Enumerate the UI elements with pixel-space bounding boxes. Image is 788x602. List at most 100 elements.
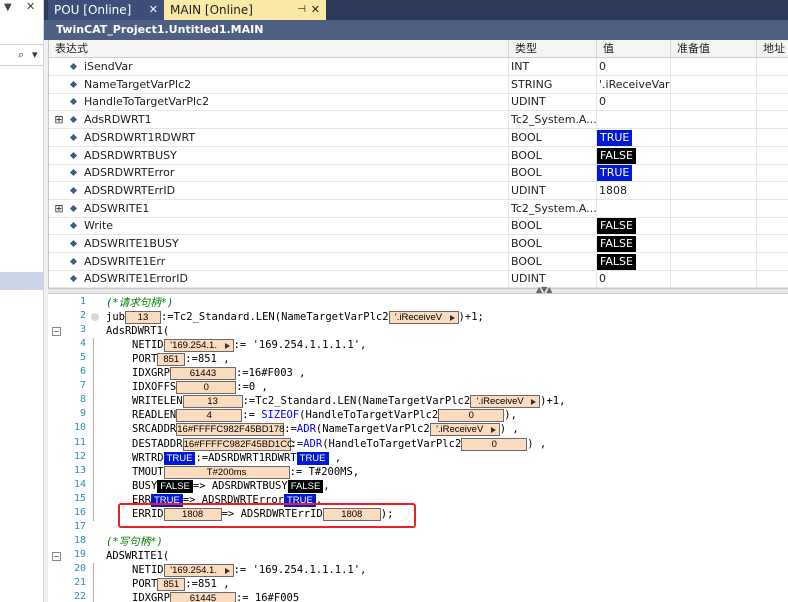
cell-expression: AdsRDWRT1 [69,111,509,129]
expand-icon[interactable] [49,270,69,287]
table-row[interactable]: ADSRDWRTBUSY BOOL FALSE [49,146,788,165]
table-row[interactable]: ADSRDWRTErrID UDINT 1808 [49,181,788,200]
code-line[interactable]: WRITELEN 13:=Tc2_Standard.LEN(NameTargetV… [132,394,565,409]
online-value-overlay: '.iReceiveV [429,423,500,437]
code-line[interactable]: PORT 851:=851 , [132,352,230,367]
variable-icon [69,257,78,265]
expand-icon[interactable]: ⊞ [49,200,69,217]
tab-pou-online[interactable]: POU [Online] ✕ [48,0,164,20]
search-box[interactable]: ⌕ ▾ [0,44,43,66]
cell-prepared-value[interactable] [671,199,757,217]
table-row[interactable]: ADSWRITE1BUSY BOOL FALSE [49,235,788,253]
cell-prepared-value[interactable] [671,164,757,182]
table-row[interactable]: NameTargetVarPlc2 STRING '.iReceiveVar' [49,75,788,94]
table-row[interactable]: ADSWRITE1ErrorID UDINT 0 [49,270,788,289]
code-text: (NameTargetVarPlc2 [315,423,430,436]
table-row[interactable]: ADSWRITE1Err BOOL FALSE [49,252,788,271]
variable-icon [69,98,78,106]
line-number: 16 [73,506,86,518]
expand-icon[interactable] [49,235,69,252]
code-text: (HandleToTargetVarPlc2 [322,437,462,450]
code-line[interactable]: (*写句柄*) [106,535,163,549]
table-row[interactable]: ⊞ AdsRDWRT1 Tc2_System.A... [49,111,788,130]
code-line[interactable]: AdsRDWRT1( [106,324,169,338]
table-row[interactable]: ADSRDWRT1RDWRT BOOL TRUE [49,128,788,147]
code-line[interactable]: (*请求句柄*) [106,296,173,310]
expand-icon[interactable] [49,182,69,199]
fold-toggle-icon[interactable]: − [52,551,61,561]
code-line[interactable]: IDXGRP 61443:=16#F003 , [132,366,305,381]
pin-icon[interactable]: ▼ [4,2,12,13]
code-line[interactable]: NETID '169.254.1.:= '169.254.1.1.1.1', [132,563,366,577]
column-expression[interactable]: 表达式 [49,40,509,58]
cell-prepared-value[interactable] [671,75,757,93]
table-row[interactable]: ⊞ ADSWRITE1 Tc2_System.A... [49,199,788,218]
code-text: :=ADSRDWRT1RDWRT [195,451,297,464]
cell-prepared-value[interactable] [671,217,757,235]
expand-icon[interactable] [49,93,69,110]
column-type[interactable]: 类型 [509,40,597,58]
table-row[interactable]: Write BOOL FALSE [49,217,788,236]
breakpoint-marker-icon[interactable] [91,313,99,322]
cell-prepared-value[interactable] [671,235,757,252]
line-number: 12 [73,450,86,462]
close-icon[interactable]: ✕ [149,0,158,20]
close-icon[interactable]: ✕ [26,0,35,13]
table-row[interactable]: HandleToTargetVarPlc2 UDINT 0 [49,93,788,112]
code-text: :=0 , [236,381,268,394]
code-line[interactable]: BUSY FALSE => ADSRDWRTBUSY FALSE, [132,479,330,493]
code-line[interactable]: READLEN 4:= SIZEOF(HandleToTargetVarPlc2 0… [132,408,517,423]
close-icon[interactable]: ✕ [311,0,320,20]
cell-prepared-value[interactable] [671,270,757,288]
cell-prepared-value[interactable] [671,58,757,75]
code-text: DESTADDR [132,437,183,450]
cell-prepared-value[interactable] [671,146,757,164]
tab-main-online[interactable]: MAIN [Online] ⊣ ✕ [164,0,326,20]
watch-table: 表达式 类型 值 准备值 地址 iSendVar INT 0 NameTargetVa… [48,40,788,289]
fold-toggle-icon[interactable]: − [52,327,61,337]
selected-tree-item[interactable] [0,272,43,290]
cell-prepared-value[interactable] [671,181,757,199]
value-text: 0 [599,60,606,73]
expand-icon[interactable] [49,76,69,93]
code-line[interactable]: jub 13:=Tc2_Standard.LEN(NameTargetVarPlc… [106,310,484,325]
table-row[interactable]: ADSRDWRTError BOOL TRUE [49,164,788,183]
code-text: AdsRDWRT1( [106,325,170,338]
code-line[interactable]: DESTADDR16#FFFFC982F45BD1CC:=ADR(HandleT… [132,437,546,451]
code-line[interactable]: PORT 851:=851 , [132,577,230,591]
code-line[interactable]: WRTRD TRUE:=ADSRDWRT1RDWRT TRUE , [132,451,341,465]
code-line[interactable]: IDXOFFS 0:=0 , [132,380,268,395]
code-line[interactable]: ADSWRITE1( [106,549,169,563]
expand-icon[interactable] [49,129,69,146]
online-value-overlay: T#200ms [163,465,290,479]
cell-address [757,58,788,75]
cell-prepared-value[interactable] [671,252,757,270]
variable-name: ADSWRITE1BUSY [84,237,179,250]
expand-icon[interactable] [49,58,69,75]
expand-icon[interactable] [49,164,69,181]
code-line[interactable]: SRCADDR16#FFFFC982F45BD178:=ADR(NameTarg… [132,422,519,437]
code-keyword: ADR [303,437,323,450]
code-line[interactable]: NETID '169.254.1.:= '169.254.1.1.1.1', [132,338,366,353]
line-number: 9 [79,408,86,420]
code-editor[interactable]: 1 (*请求句柄*) 2 jub 13:=Tc2_Standard.LEN(NameTa… [48,294,788,602]
pin-icon[interactable]: ⊣ [297,0,306,20]
online-value-overlay: '169.254.1. [163,339,234,353]
expand-icon[interactable]: ⊞ [49,111,69,128]
table-row[interactable]: iSendVar INT 0 [49,58,788,76]
cell-prepared-value[interactable] [671,111,757,129]
splitter-grip-icon: ▲▼▲ [536,285,553,294]
code-line[interactable]: IDXGRP 61445:= 16#F005 [132,591,299,602]
column-value[interactable]: 值 [597,40,671,58]
expand-icon[interactable] [49,253,69,270]
cell-expression: HandleToTargetVarPlc2 [69,93,509,111]
online-value-overlay: 4 [176,409,243,423]
column-prepared-value[interactable]: 准备值 [671,40,757,58]
cell-prepared-value[interactable] [671,93,757,111]
cell-value [597,199,671,217]
cell-prepared-value[interactable] [671,128,757,146]
expand-icon[interactable] [49,217,69,234]
expand-icon[interactable] [49,147,69,164]
column-address[interactable]: 地址 [757,40,788,58]
code-line[interactable]: TMOUT T#200ms:= T#200MS, [132,465,359,479]
